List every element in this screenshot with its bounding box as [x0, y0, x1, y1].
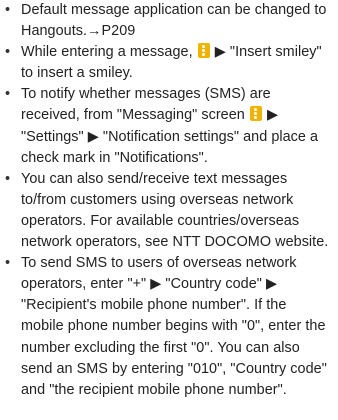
note-notification-settings: • To notify whether messages (SMS) are r…: [2, 84, 332, 168]
menu-icon: [197, 43, 210, 59]
note-send-sms-overseas: • To send SMS to users of overseas netwo…: [2, 253, 332, 401]
note-insert-smiley: • While entering a message, ▶ "Insert sm…: [2, 42, 332, 84]
notes-list: • Default message application can be cha…: [0, 0, 338, 401]
bullet: •: [5, 2, 11, 18]
menu-icon: [249, 106, 262, 122]
bullet: •: [5, 44, 11, 61]
note-text: While entering a message,: [21, 44, 193, 61]
note-text: To send SMS to users of overseas network…: [21, 255, 327, 398]
bullet: •: [5, 170, 11, 187]
bullet: •: [5, 255, 11, 272]
note-text: Default message application can be chang…: [21, 2, 327, 40]
note-text: You can also send/receive text messages …: [21, 170, 329, 251]
bullet: •: [5, 86, 11, 103]
note-overseas-operators: • You can also send/receive text message…: [2, 169, 332, 253]
note-text: To notify whether messages (SMS) are rec…: [21, 86, 271, 124]
note-default-app: • Default message application can be cha…: [2, 0, 332, 42]
